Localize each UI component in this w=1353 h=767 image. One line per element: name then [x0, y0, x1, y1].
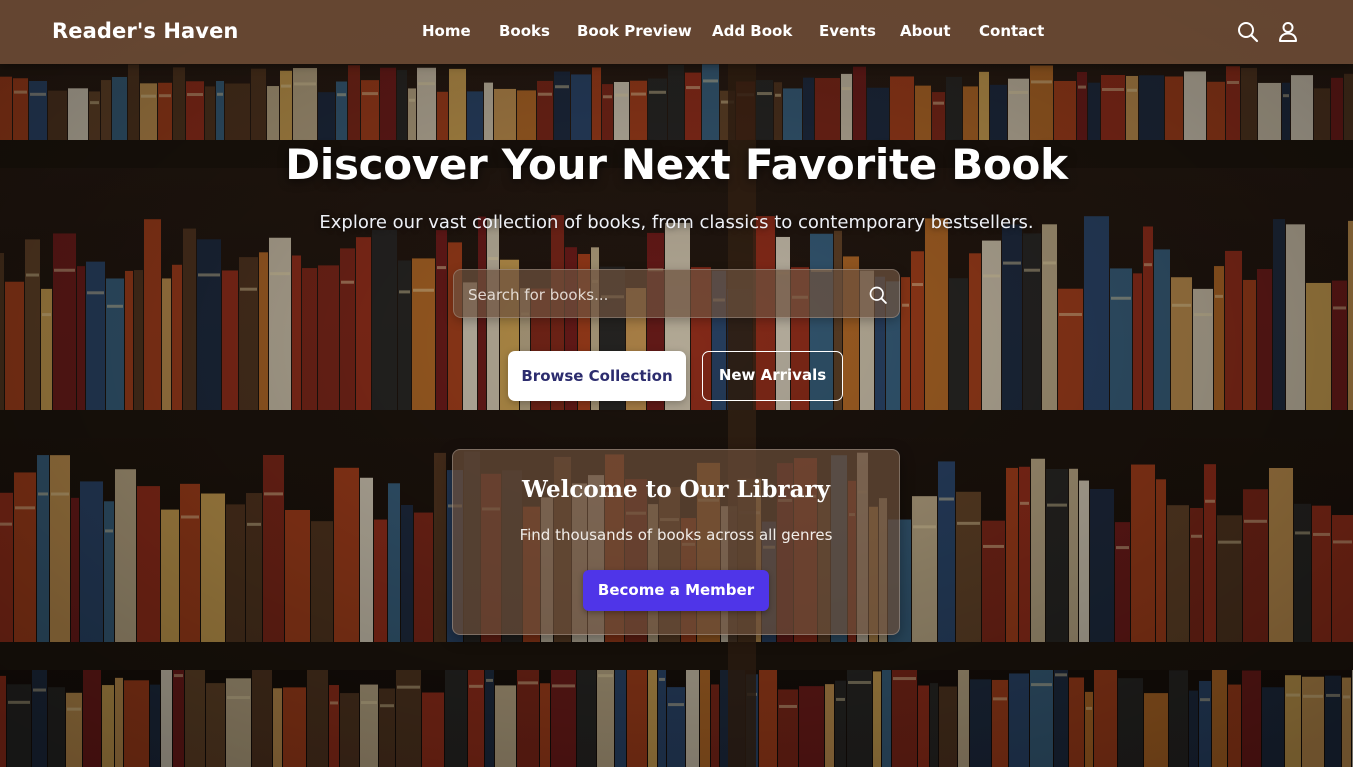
- welcome-title: Welcome to Our Library: [522, 476, 830, 503]
- search-submit-icon[interactable]: [868, 285, 888, 305]
- new-arrivals-button[interactable]: New Arrivals: [702, 351, 843, 401]
- nav-link-contact[interactable]: Contact: [979, 22, 1044, 40]
- nav-link-events[interactable]: Events: [819, 22, 876, 40]
- search-bar: [453, 269, 900, 319]
- nav-link-about[interactable]: About: [900, 22, 951, 40]
- browse-collection-button[interactable]: Browse Collection: [508, 351, 686, 401]
- nav-link-home[interactable]: Home: [422, 22, 471, 40]
- top-navbar: Reader's Haven Home Books Book Preview A…: [0, 0, 1353, 64]
- welcome-card: Welcome to Our Library Find thousands of…: [452, 449, 900, 635]
- page: Reader's Haven Home Books Book Preview A…: [0, 0, 1353, 767]
- hero-title: Discover Your Next Favorite Book: [285, 140, 1068, 189]
- brand-logo[interactable]: Reader's Haven: [52, 19, 238, 43]
- nav-link-add-book[interactable]: Add Book: [712, 22, 792, 40]
- nav-link-book-preview[interactable]: Book Preview: [577, 22, 692, 40]
- search-input[interactable]: [468, 270, 848, 319]
- welcome-subtitle: Find thousands of books across all genre…: [519, 526, 833, 544]
- nav-link-books[interactable]: Books: [499, 22, 550, 40]
- become-member-button[interactable]: Become a Member: [583, 570, 769, 611]
- search-icon[interactable]: [1236, 20, 1260, 44]
- hero-subtitle: Explore our vast collection of books, fr…: [319, 212, 1034, 233]
- user-icon[interactable]: [1276, 20, 1300, 44]
